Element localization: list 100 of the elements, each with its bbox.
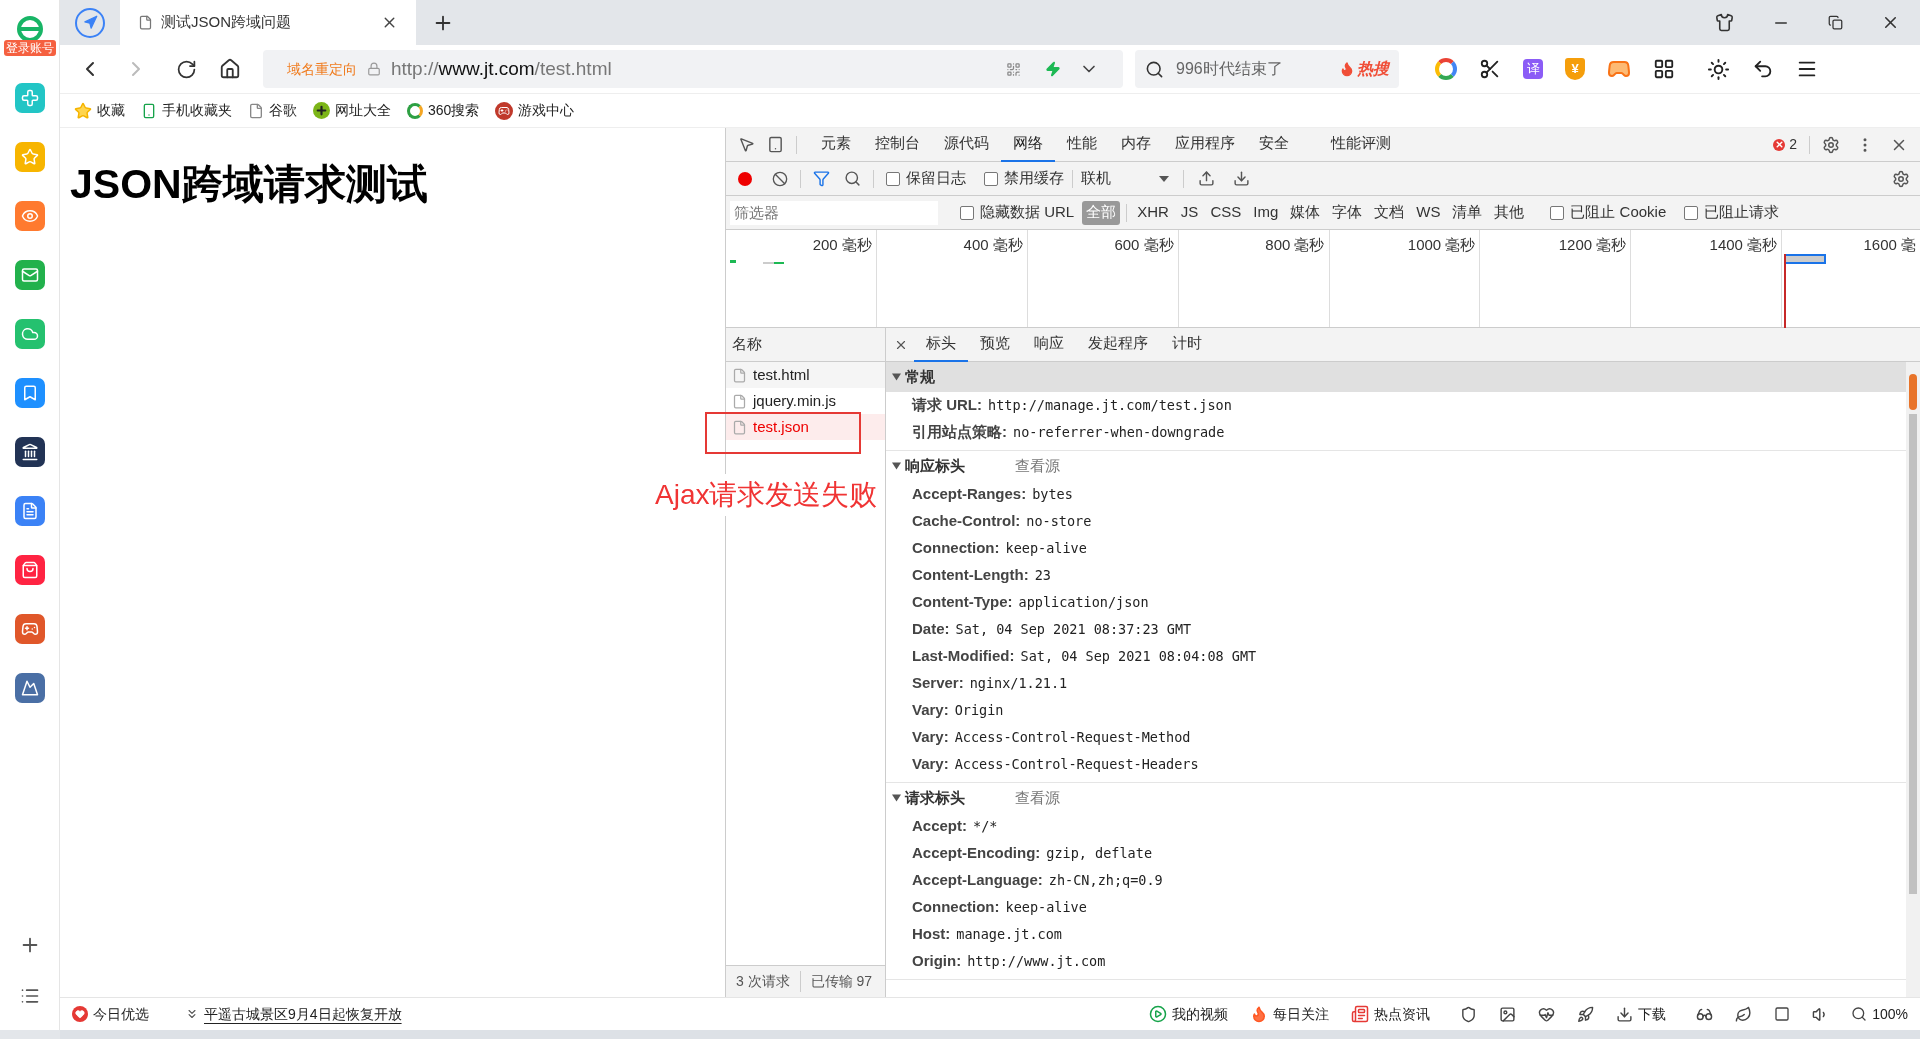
settings-icon[interactable] <box>1822 135 1840 154</box>
type-filter-button[interactable]: 字体 <box>1328 200 1367 225</box>
timeline-tick: 400 毫秒 <box>963 235 1023 252</box>
leaf-icon[interactable] <box>1735 1005 1753 1023</box>
inspect-icon[interactable] <box>738 136 755 153</box>
bookmark-item[interactable]: 360搜索 <box>407 100 480 121</box>
status-item[interactable]: 我的视频 <box>1149 1003 1229 1025</box>
document-icon[interactable] <box>14 496 45 526</box>
shirt-icon[interactable] <box>1715 13 1734 32</box>
qr-code-icon[interactable] <box>1006 61 1021 77</box>
detail-tab[interactable]: 预览 <box>968 327 1022 362</box>
home-icon[interactable] <box>219 58 241 80</box>
throttle-select[interactable]: 联机 <box>1081 167 1169 190</box>
restore-icon[interactable] <box>1828 15 1843 30</box>
checkbox-label: 已阻止 Cookie <box>1570 202 1667 223</box>
search-box[interactable]: 996时代结束了 热搜 <box>1135 50 1399 88</box>
detail-tab[interactable]: 计时 <box>1160 327 1214 362</box>
devtools-tab[interactable]: 性能评测 <box>1319 127 1403 162</box>
upload-icon[interactable] <box>1198 170 1215 187</box>
section-title[interactable]: 常规 <box>905 365 935 389</box>
device-icon[interactable] <box>767 136 784 153</box>
view-source-link[interactable]: 查看源 <box>1015 454 1060 478</box>
view-source-link[interactable]: 查看源 <box>1015 786 1060 810</box>
status-item[interactable]: 今日优选 <box>72 1003 149 1025</box>
caret-icon[interactable] <box>892 373 901 381</box>
reload-icon[interactable] <box>176 58 197 80</box>
detail-tab[interactable]: 响应 <box>1022 327 1076 362</box>
rocket-icon[interactable] <box>1577 1005 1595 1023</box>
caret-icon[interactable] <box>892 794 901 802</box>
building-icon[interactable] <box>14 437 45 467</box>
download-icon[interactable] <box>1233 170 1250 187</box>
devtools-tab[interactable]: 源代码 <box>932 127 1001 162</box>
page-icon <box>248 102 264 119</box>
devtools-tab[interactable]: 应用程序 <box>1163 127 1247 162</box>
type-filter-button[interactable]: Img <box>1249 200 1283 225</box>
bag-icon[interactable] <box>14 555 45 585</box>
bookmark-item[interactable]: 谷歌 <box>248 100 297 121</box>
header-row-text: Vary: Access-Control-Request-Method <box>911 727 1192 748</box>
type-filter-button[interactable]: WS <box>1412 200 1445 225</box>
devtools-tab[interactable]: 性能 <box>1055 127 1109 162</box>
error-icon[interactable] <box>1773 138 1786 151</box>
section-title[interactable]: 响应标头 <box>905 454 965 478</box>
undo-icon[interactable] <box>1752 58 1774 80</box>
bookmark-item[interactable]: 收藏 <box>74 100 125 121</box>
shield-icon[interactable] <box>1460 1005 1478 1023</box>
filter-field[interactable]: 筛选器 <box>730 200 938 225</box>
error-count[interactable]: 2 <box>1789 134 1797 155</box>
type-filter-button[interactable]: 清单 <box>1448 200 1487 225</box>
caret-icon[interactable] <box>892 462 901 470</box>
colorful-ring-icon[interactable] <box>1435 58 1457 80</box>
column-header[interactable]: 名称 <box>732 333 762 356</box>
type-filter-button[interactable]: 文档 <box>1370 200 1409 225</box>
address-bar[interactable]: 域名重定向 http://www.jt.com/test.html <box>263 50 1123 88</box>
devtools-tab[interactable]: 内存 <box>1109 127 1163 162</box>
grid-icon[interactable] <box>1653 58 1675 80</box>
browser-tab[interactable]: 测试JSON跨域问题 <box>120 0 416 45</box>
scissors-icon[interactable] <box>1479 58 1501 80</box>
checkbox[interactable] <box>1684 205 1699 220</box>
clear-icon[interactable] <box>772 170 788 187</box>
request-row[interactable]: test.html <box>726 362 885 388</box>
bookmark-item[interactable]: 游戏中心 <box>495 100 575 121</box>
record-button[interactable] <box>738 171 752 186</box>
mail-icon[interactable] <box>14 260 45 290</box>
checkbox[interactable] <box>960 205 974 220</box>
type-filter-button[interactable]: CSS <box>1206 200 1246 225</box>
search-icon[interactable] <box>844 170 861 187</box>
status-item[interactable]: 平遥古城景区9月4日起恢复开放 <box>185 1003 402 1025</box>
type-filter-button[interactable]: 其他 <box>1490 200 1529 225</box>
detail-tab[interactable]: 发起程序 <box>1076 327 1160 362</box>
window-icon[interactable] <box>1774 1006 1791 1022</box>
status-item[interactable]: 下载 <box>1616 1003 1667 1025</box>
brightness-icon[interactable] <box>1707 57 1730 81</box>
image-icon[interactable] <box>1499 1005 1517 1023</box>
mountain-icon[interactable] <box>14 673 45 703</box>
gamepad-icon[interactable] <box>14 614 45 644</box>
navigation-icon[interactable] <box>75 7 105 38</box>
status-item[interactable]: 每日关注 <box>1250 1003 1330 1025</box>
heart-pulse-icon[interactable] <box>1538 1005 1556 1023</box>
filter-icon[interactable] <box>813 170 830 187</box>
type-filter-button[interactable]: XHR <box>1133 200 1173 225</box>
devtools-tab[interactable]: 元素 <box>809 127 863 162</box>
scrollbar[interactable] <box>1906 362 1920 997</box>
status-item[interactable]: 热点资讯 <box>1351 1003 1431 1025</box>
devtools-tab[interactable]: 安全 <box>1247 127 1301 162</box>
list-icon[interactable] <box>19 986 40 1006</box>
status-item[interactable]: 100% <box>1851 1003 1908 1025</box>
translate-icon[interactable]: 译 <box>1523 59 1543 79</box>
request-row[interactable]: test.json <box>726 414 885 440</box>
section-title[interactable]: 请求标头 <box>905 786 965 810</box>
eye-icon[interactable] <box>14 201 45 231</box>
checkbox[interactable] <box>984 171 998 186</box>
checkbox[interactable] <box>1550 205 1565 220</box>
settings-icon[interactable] <box>1892 169 1910 188</box>
bookmark-icon[interactable] <box>14 378 45 408</box>
bookmark-item[interactable]: 手机收藏夹 <box>141 100 232 121</box>
bookmark-item[interactable]: 网址大全 <box>313 100 391 121</box>
checkbox[interactable] <box>886 171 900 186</box>
type-filter-button[interactable]: JS <box>1176 200 1203 225</box>
type-filter-button[interactable]: 媒体 <box>1286 200 1325 225</box>
devtools-tab[interactable]: 控制台 <box>863 127 932 162</box>
